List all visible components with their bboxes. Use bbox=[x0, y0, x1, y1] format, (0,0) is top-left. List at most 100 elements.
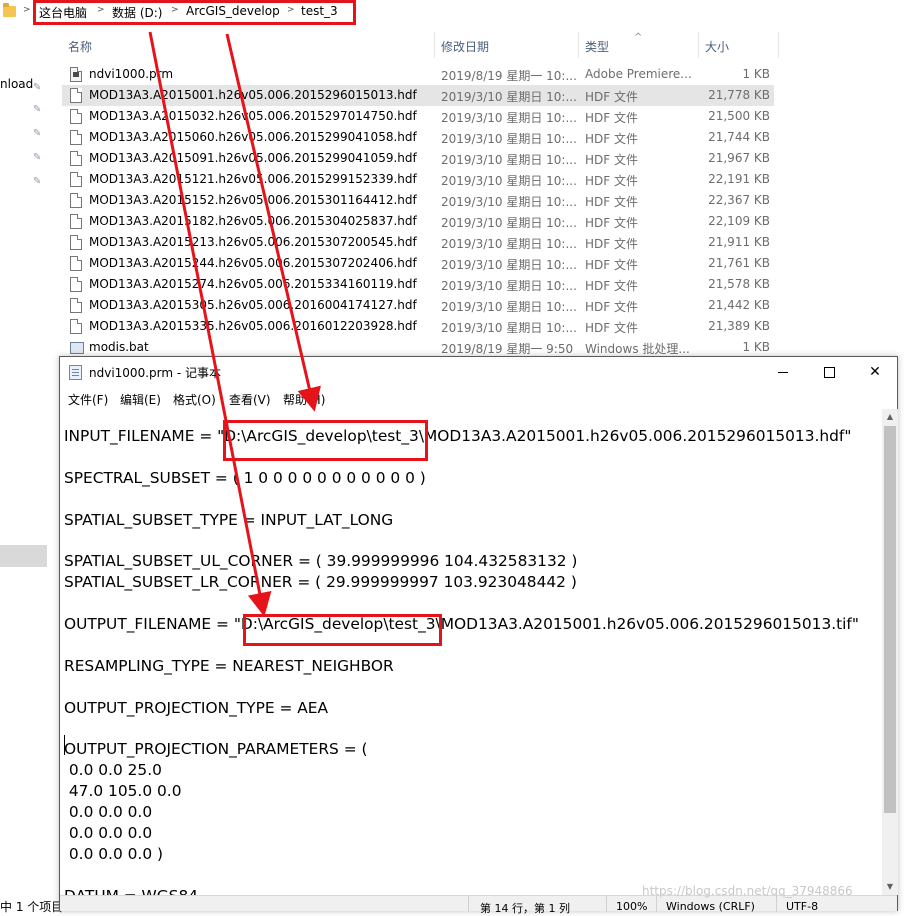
file-type: HDF 文件 bbox=[585, 174, 638, 188]
file-row[interactable]: MOD13A3.A2015060.h26v05.006.201529904105… bbox=[62, 127, 774, 148]
pin-icon[interactable]: ✎ bbox=[33, 82, 41, 93]
bat-file-icon bbox=[70, 342, 84, 354]
file-row[interactable]: modis.bat 2019/8/19 星期一 9:50 Windows 批处理..… bbox=[62, 337, 774, 358]
maximize-button[interactable] bbox=[806, 357, 852, 387]
file-date: 2019/3/10 星期日 10:... bbox=[441, 153, 577, 167]
file-type: HDF 文件 bbox=[585, 153, 638, 167]
file-type: HDF 文件 bbox=[585, 195, 638, 209]
file-type: HDF 文件 bbox=[585, 132, 638, 146]
file-date: 2019/3/10 星期日 10:... bbox=[441, 132, 577, 146]
file-type: HDF 文件 bbox=[585, 111, 638, 125]
file-row[interactable]: MOD13A3.A2015001.h26v05.006.201529601501… bbox=[62, 85, 774, 106]
file-row[interactable]: MOD13A3.A2015244.h26v05.006.201530720240… bbox=[62, 253, 774, 274]
file-row[interactable]: MOD13A3.A2015121.h26v05.006.201529915233… bbox=[62, 169, 774, 190]
close-button[interactable]: ✕ bbox=[852, 357, 898, 387]
file-row[interactable]: MOD13A3.A2015305.h26v05.006.201600417412… bbox=[62, 295, 774, 316]
scrollbar-thumb[interactable] bbox=[884, 426, 896, 813]
file-row[interactable]: MOD13A3.A2015335.h26v05.006.201601220392… bbox=[62, 316, 774, 337]
text-line: RESAMPLING_TYPE = NEAREST_NEIGHBOR bbox=[64, 656, 394, 675]
file-name: MOD13A3.A2015213.h26v05.006.201530720054… bbox=[89, 235, 417, 249]
column-header-type[interactable]: 类型 bbox=[585, 38, 609, 55]
file-size: 21,778 KB bbox=[708, 88, 770, 102]
file-date: 2019/3/10 星期日 10:... bbox=[441, 90, 577, 104]
menu-edit[interactable]: 编辑(E) bbox=[120, 391, 161, 408]
file-icon bbox=[70, 214, 82, 229]
text-line: 0.0 0.0 25.0 bbox=[64, 761, 162, 780]
status-divider bbox=[606, 896, 607, 912]
text-editor-area[interactable]: INPUT_FILENAME = "D:\ArcGIS_develop\test… bbox=[60, 409, 882, 895]
status-divider bbox=[468, 896, 469, 912]
nav-item-downloads[interactable]: nload bbox=[0, 77, 33, 91]
file-date: 2019/3/10 星期日 10:... bbox=[441, 237, 577, 251]
menu-file[interactable]: 文件(F) bbox=[68, 391, 108, 408]
pin-icon[interactable]: ✎ bbox=[33, 104, 41, 115]
text-line: OUTPUT_PROJECTION_TYPE = AEA bbox=[64, 698, 329, 717]
file-row[interactable]: MOD13A3.A2015032.h26v05.006.201529701475… bbox=[62, 106, 774, 127]
chevron-right-icon[interactable]: > bbox=[23, 5, 31, 15]
file-size: 21,500 KB bbox=[708, 109, 770, 123]
file-row[interactable]: MOD13A3.A2015182.h26v05.006.201530402583… bbox=[62, 211, 774, 232]
column-divider[interactable] bbox=[578, 32, 579, 58]
line-ending: Windows (CRLF) bbox=[666, 900, 755, 913]
file-row[interactable]: MOD13A3.A2015274.h26v05.006.201533416011… bbox=[62, 274, 774, 295]
file-name: MOD13A3.A2015305.h26v05.006.201600417412… bbox=[89, 298, 417, 312]
file-icon bbox=[70, 109, 82, 124]
file-type: HDF 文件 bbox=[585, 216, 638, 230]
text-line: INPUT_FILENAME = "D:\ArcGIS_develop\test… bbox=[64, 426, 852, 445]
annotation-box bbox=[223, 420, 428, 461]
nav-item-selected[interactable] bbox=[0, 545, 47, 567]
file-row[interactable]: ndvi1000.prm 2019/8/19 星期一 10:... Adobe Pr… bbox=[62, 64, 774, 85]
column-divider[interactable] bbox=[778, 32, 779, 58]
menu-format[interactable]: 格式(O) bbox=[173, 391, 216, 408]
vertical-scrollbar[interactable]: ▲ ▼ bbox=[882, 409, 898, 895]
file-size: 21,578 KB bbox=[708, 277, 770, 291]
pin-icon[interactable]: ✎ bbox=[33, 152, 41, 163]
menu-help[interactable]: 帮助(H) bbox=[283, 391, 325, 408]
column-header-name[interactable]: 名称 bbox=[68, 38, 92, 55]
text-line: SPATIAL_SUBSET_TYPE = INPUT_LAT_LONG bbox=[64, 510, 394, 529]
pin-icon[interactable]: ✎ bbox=[33, 128, 41, 139]
prm-file-icon bbox=[70, 67, 82, 82]
file-name: MOD13A3.A2015091.h26v05.006.201529904105… bbox=[89, 151, 417, 165]
file-row[interactable]: MOD13A3.A2015213.h26v05.006.201530720054… bbox=[62, 232, 774, 253]
file-date: 2019/8/19 星期一 10:... bbox=[441, 69, 577, 83]
status-divider bbox=[656, 896, 657, 912]
file-date: 2019/3/10 星期日 10:... bbox=[441, 216, 577, 230]
file-type: HDF 文件 bbox=[585, 321, 638, 335]
file-name: MOD13A3.A2015182.h26v05.006.201530402583… bbox=[89, 214, 417, 228]
file-icon bbox=[70, 151, 82, 166]
notepad-titlebar[interactable]: ndvi1000.prm - 记事本 ✕ bbox=[60, 357, 897, 387]
file-size: 1 KB bbox=[742, 340, 770, 354]
column-divider[interactable] bbox=[434, 32, 435, 58]
file-name: MOD13A3.A2015001.h26v05.006.201529601501… bbox=[89, 88, 417, 102]
status-divider bbox=[776, 896, 777, 912]
file-date: 2019/3/10 星期日 10:... bbox=[441, 279, 577, 293]
file-row[interactable]: MOD13A3.A2015152.h26v05.006.201530116441… bbox=[62, 190, 774, 211]
scroll-down-arrow-icon[interactable]: ▼ bbox=[882, 879, 898, 895]
column-headers: 名称 修改日期 ^ 类型 大小 bbox=[0, 32, 907, 58]
annotation-box bbox=[33, 0, 356, 25]
text-line: 47.0 105.0 0.0 bbox=[64, 782, 182, 801]
file-icon bbox=[70, 277, 82, 292]
annotation-box bbox=[243, 614, 442, 646]
file-icon bbox=[70, 130, 82, 145]
file-size: 22,191 KB bbox=[708, 172, 770, 186]
file-icon bbox=[70, 88, 82, 103]
address-bar[interactable]: > 这台电脑 > 数据 (D:) > ArcGIS_develop > test… bbox=[0, 0, 907, 26]
watermark: https://blog.csdn.net/qq_37948866 bbox=[642, 884, 853, 898]
file-type: Adobe Premiere... bbox=[585, 67, 692, 81]
column-divider[interactable] bbox=[698, 32, 699, 58]
text-line: OUTPUT_PROJECTION_PARAMETERS = ( bbox=[64, 740, 368, 759]
scroll-up-arrow-icon[interactable]: ▲ bbox=[882, 409, 898, 425]
column-header-date[interactable]: 修改日期 bbox=[441, 38, 489, 55]
file-date: 2019/3/10 星期日 10:... bbox=[441, 321, 577, 335]
text-line: SPECTRAL_SUBSET = ( 1 0 0 0 0 0 0 0 0 0 … bbox=[64, 468, 426, 487]
column-header-size[interactable]: 大小 bbox=[705, 38, 729, 55]
pin-icon[interactable]: ✎ bbox=[33, 176, 41, 187]
file-row[interactable]: MOD13A3.A2015091.h26v05.006.201529904105… bbox=[62, 148, 774, 169]
file-size: 21,761 KB bbox=[708, 256, 770, 270]
minimize-button[interactable] bbox=[760, 357, 806, 387]
file-icon bbox=[70, 172, 82, 187]
menu-view[interactable]: 查看(V) bbox=[229, 391, 271, 408]
file-type: HDF 文件 bbox=[585, 90, 638, 104]
